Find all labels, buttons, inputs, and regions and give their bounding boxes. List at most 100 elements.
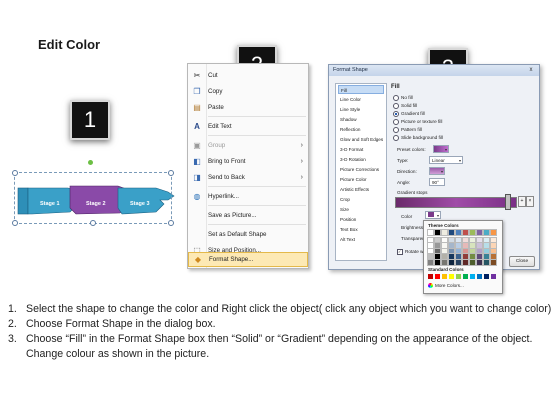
color-swatch[interactable] bbox=[427, 253, 434, 260]
category-reflection[interactable]: Reflection bbox=[338, 125, 384, 134]
dialog-close-icon[interactable]: x bbox=[525, 66, 537, 74]
color-swatch[interactable] bbox=[483, 242, 490, 249]
color-swatch[interactable] bbox=[469, 253, 476, 260]
remove-stop-icon[interactable]: × bbox=[526, 196, 534, 207]
color-swatch[interactable] bbox=[476, 247, 483, 255]
color-swatch[interactable] bbox=[490, 229, 497, 236]
color-swatch[interactable] bbox=[455, 247, 462, 255]
direction-dropdown[interactable]: ▾ bbox=[429, 167, 445, 175]
color-swatch[interactable] bbox=[427, 229, 434, 236]
color-swatch[interactable] bbox=[455, 236, 462, 244]
color-swatch[interactable] bbox=[434, 247, 441, 255]
category-picture-color[interactable]: Picture Color bbox=[338, 175, 384, 184]
color-swatch[interactable] bbox=[448, 229, 455, 236]
menu-item-hyperlink[interactable]: ◍ Hyperlink... bbox=[188, 188, 308, 204]
gradient-stops-bar[interactable] bbox=[395, 197, 517, 208]
color-swatch[interactable] bbox=[448, 258, 455, 266]
color-swatch[interactable] bbox=[462, 229, 469, 236]
menu-item-paste[interactable]: ▤ Paste bbox=[188, 99, 308, 115]
menu-item-cut[interactable]: ✂ Cut bbox=[188, 67, 308, 83]
color-picker-button[interactable]: ▾ bbox=[425, 211, 441, 219]
color-swatch[interactable] bbox=[441, 229, 448, 236]
color-swatch[interactable] bbox=[490, 236, 497, 244]
color-swatch[interactable] bbox=[490, 253, 497, 260]
category-alt-text[interactable]: Alt Text bbox=[338, 235, 384, 244]
category-line-style[interactable]: Line Style bbox=[338, 105, 384, 114]
resize-handle[interactable] bbox=[90, 220, 96, 226]
color-swatch[interactable] bbox=[490, 242, 497, 249]
color-swatch[interactable] bbox=[455, 242, 462, 249]
color-swatch[interactable] bbox=[483, 229, 490, 236]
standard-color-swatch[interactable] bbox=[442, 274, 447, 279]
color-swatch[interactable] bbox=[427, 247, 434, 255]
color-swatch[interactable] bbox=[434, 229, 441, 236]
color-swatch[interactable] bbox=[427, 258, 434, 266]
color-swatch[interactable] bbox=[441, 242, 448, 249]
menu-item-group[interactable]: ▣ Group › bbox=[188, 137, 308, 153]
color-swatch[interactable] bbox=[476, 229, 483, 236]
standard-color-swatch[interactable] bbox=[449, 274, 454, 279]
color-swatch[interactable] bbox=[448, 242, 455, 249]
standard-color-swatch[interactable] bbox=[456, 274, 461, 279]
color-swatch[interactable] bbox=[427, 242, 434, 249]
menu-item-set-default-shape[interactable]: Set as Default Shape bbox=[188, 226, 308, 242]
radio-picture-fill[interactable]: Picture or texture fill bbox=[393, 119, 442, 125]
category-artistic-effects[interactable]: Artistic Effects bbox=[338, 185, 384, 194]
color-swatch[interactable] bbox=[455, 253, 462, 260]
color-swatch[interactable] bbox=[469, 242, 476, 249]
category-3d-format[interactable]: 3-D Format bbox=[338, 145, 384, 154]
color-swatch[interactable] bbox=[462, 253, 469, 260]
menu-item-format-shape[interactable]: ◆ Format Shape... bbox=[188, 252, 308, 267]
resize-handle[interactable] bbox=[168, 220, 174, 226]
color-swatch[interactable] bbox=[469, 258, 476, 266]
category-fill[interactable]: Fill bbox=[338, 85, 384, 94]
color-swatch[interactable] bbox=[469, 229, 476, 236]
standard-color-swatch[interactable] bbox=[484, 274, 489, 279]
radio-no-fill[interactable]: No fill bbox=[393, 95, 413, 101]
standard-color-swatch[interactable] bbox=[428, 274, 433, 279]
color-swatch[interactable] bbox=[441, 236, 448, 244]
category-glow-soft-edges[interactable]: Glow and Soft Edges bbox=[338, 135, 384, 144]
close-button[interactable]: Close bbox=[509, 256, 535, 267]
add-stop-icon[interactable]: + bbox=[518, 196, 526, 207]
color-swatch[interactable] bbox=[469, 247, 476, 255]
menu-item-save-as-picture[interactable]: Save as Picture... bbox=[188, 207, 308, 223]
color-swatch[interactable] bbox=[448, 236, 455, 244]
color-swatch[interactable] bbox=[490, 247, 497, 255]
category-size[interactable]: Size bbox=[338, 205, 384, 214]
menu-item-copy[interactable]: ❐ Copy bbox=[188, 83, 308, 99]
radio-solid-fill[interactable]: Solid fill bbox=[393, 103, 417, 109]
type-dropdown[interactable]: Linear ▾ bbox=[429, 156, 463, 164]
angle-input[interactable]: 90° bbox=[429, 178, 445, 186]
menu-item-send-to-back[interactable]: ◨ Send to Back › bbox=[188, 169, 308, 185]
color-swatch[interactable] bbox=[448, 247, 455, 255]
resize-handle[interactable] bbox=[12, 170, 18, 176]
color-swatch[interactable] bbox=[434, 253, 441, 260]
color-swatch[interactable] bbox=[448, 253, 455, 260]
category-position[interactable]: Position bbox=[338, 215, 384, 224]
color-swatch[interactable] bbox=[427, 236, 434, 244]
menu-item-bring-to-front[interactable]: ◧ Bring to Front › bbox=[188, 153, 308, 169]
category-3d-rotation[interactable]: 3-D Rotation bbox=[338, 155, 384, 164]
category-picture-corrections[interactable]: Picture Corrections bbox=[338, 165, 384, 174]
color-swatch[interactable] bbox=[476, 236, 483, 244]
radio-pattern-fill[interactable]: Pattern fill bbox=[393, 127, 422, 133]
color-swatch[interactable] bbox=[462, 258, 469, 266]
standard-color-swatch[interactable] bbox=[477, 274, 482, 279]
color-swatch[interactable] bbox=[476, 253, 483, 260]
menu-item-edit-text[interactable]: A Edit Text bbox=[188, 118, 308, 134]
rotation-handle[interactable] bbox=[88, 160, 93, 165]
color-swatch[interactable] bbox=[476, 242, 483, 249]
color-swatch[interactable] bbox=[483, 258, 490, 266]
category-crop[interactable]: Crop bbox=[338, 195, 384, 204]
standard-color-swatch[interactable] bbox=[470, 274, 475, 279]
category-line-color[interactable]: Line Color bbox=[338, 95, 384, 104]
selected-hand-shapes[interactable]: Stage 1 Stage 2 Stage 3 bbox=[8, 158, 178, 238]
radio-slide-bg-fill[interactable]: Slide background fill bbox=[393, 135, 443, 141]
color-swatch[interactable] bbox=[462, 247, 469, 255]
color-swatch[interactable] bbox=[441, 247, 448, 255]
resize-handle[interactable] bbox=[12, 220, 18, 226]
color-swatch[interactable] bbox=[462, 242, 469, 249]
color-swatch[interactable] bbox=[434, 236, 441, 244]
radio-gradient-fill[interactable]: Gradient fill bbox=[393, 111, 425, 117]
